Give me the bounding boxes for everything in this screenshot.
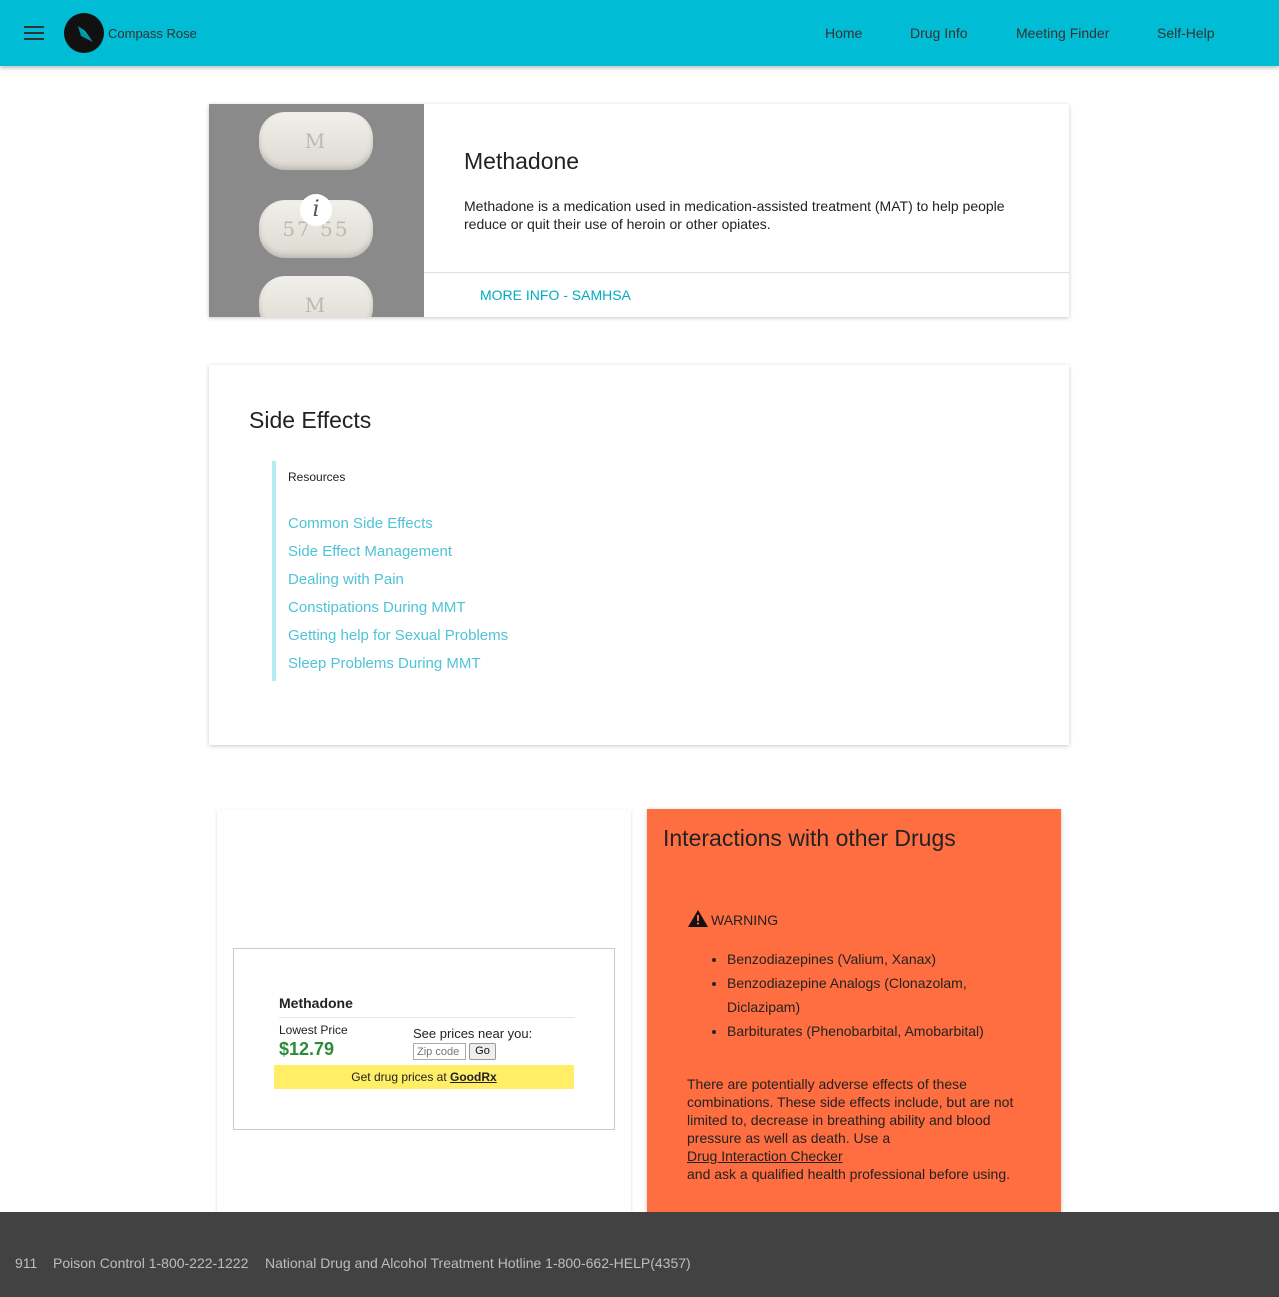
list-item: Benzodiazepine Analogs (Clonazolam, Dicl…: [727, 971, 1027, 1019]
resource-link[interactable]: Getting help for Sexual Problems: [288, 627, 672, 655]
footer-911[interactable]: 911: [15, 1255, 37, 1271]
go-button[interactable]: Go: [469, 1043, 496, 1060]
pill-imprint: M: [304, 129, 328, 153]
price-card: Methadone Lowest Price $12.79 See prices…: [217, 810, 631, 1230]
warning-text: WARNING: [711, 912, 779, 928]
goodrx-widget: Methadone Lowest Price $12.79 See prices…: [233, 948, 615, 1130]
resource-link[interactable]: Side Effect Management: [288, 543, 672, 571]
footer-hotline[interactable]: National Drug and Alcohol Treatment Hotl…: [265, 1255, 691, 1271]
pill-top: M: [259, 112, 373, 170]
info-icon[interactable]: i: [300, 194, 332, 226]
hamburger-menu-icon[interactable]: [24, 26, 44, 40]
drug-interaction-checker-link[interactable]: Drug Interaction Checker: [687, 1148, 843, 1164]
interactions-title: Interactions with other Drugs: [663, 825, 956, 851]
lowest-price-value: $12.79: [279, 1039, 335, 1059]
app-bar: Compass Rose Home Drug Info Meeting Find…: [0, 0, 1279, 66]
warning-icon: [688, 910, 708, 927]
resource-link[interactable]: Sleep Problems During MMT: [288, 655, 672, 683]
more-info-link[interactable]: MORE INFO - SAMHSA: [480, 287, 631, 303]
list-item: Benzodiazepines (Valium, Xanax): [727, 947, 1027, 971]
pill-image: M 57 55 M i: [209, 104, 424, 317]
compass-logo-icon[interactable]: [64, 13, 104, 53]
nav-self-help[interactable]: Self-Help: [1157, 25, 1215, 41]
paragraph-text: There are potentially adverse effects of…: [687, 1076, 1014, 1146]
resources-list: Resources Common Side Effects Side Effec…: [272, 461, 672, 681]
see-prices-label: See prices near you:: [413, 1026, 533, 1041]
warning-label: WARNING: [688, 910, 778, 928]
list-item: Barbiturates (Phenobarbital, Amobarbital…: [727, 1019, 1027, 1043]
nav-meeting-finder[interactable]: Meeting Finder: [1016, 25, 1109, 41]
nav-drug-info[interactable]: Drug Info: [910, 25, 968, 41]
interaction-list: Benzodiazepines (Valium, Xanax) Benzodia…: [727, 947, 1027, 1043]
goodrx-link[interactable]: GoodRx: [450, 1070, 497, 1084]
footer-poison-control[interactable]: Poison Control 1-800-222-1222: [53, 1255, 248, 1271]
goodrx-banner: Get drug prices at GoodRx: [274, 1065, 574, 1089]
paragraph-text: and ask a qualified health professional …: [687, 1166, 1010, 1182]
resource-link[interactable]: Dealing with Pain: [288, 571, 672, 599]
zip-code-input[interactable]: [413, 1043, 466, 1060]
pill-imprint: M: [304, 293, 328, 317]
resource-link[interactable]: Common Side Effects: [288, 515, 672, 543]
lowest-price-label: Lowest Price: [279, 1023, 348, 1037]
footer: 911 Poison Control 1-800-222-1222 Nation…: [0, 1212, 1279, 1297]
side-effects-card: Side Effects Resources Common Side Effec…: [209, 365, 1069, 745]
nav-home[interactable]: Home: [825, 25, 862, 41]
interactions-card: Interactions with other Drugs WARNING Be…: [647, 809, 1061, 1229]
card-divider: [424, 272, 1069, 273]
goodrx-banner-text: Get drug prices at: [351, 1070, 451, 1084]
drug-card: M 57 55 M i Methadone Methadone is a med…: [209, 104, 1069, 317]
brand-name[interactable]: Compass Rose: [108, 26, 197, 41]
interactions-paragraph: There are potentially adverse effects of…: [687, 1075, 1027, 1183]
goodrx-drug-name: Methadone: [279, 995, 353, 1011]
goodrx-divider: [279, 1017, 575, 1018]
drug-title: Methadone: [464, 148, 580, 174]
pill-bottom: M: [259, 276, 373, 317]
resources-label: Resources: [288, 470, 346, 484]
side-effects-title: Side Effects: [249, 407, 372, 433]
resource-link[interactable]: Constipations During MMT: [288, 599, 672, 627]
drug-description: Methadone is a medication used in medica…: [464, 198, 1005, 232]
